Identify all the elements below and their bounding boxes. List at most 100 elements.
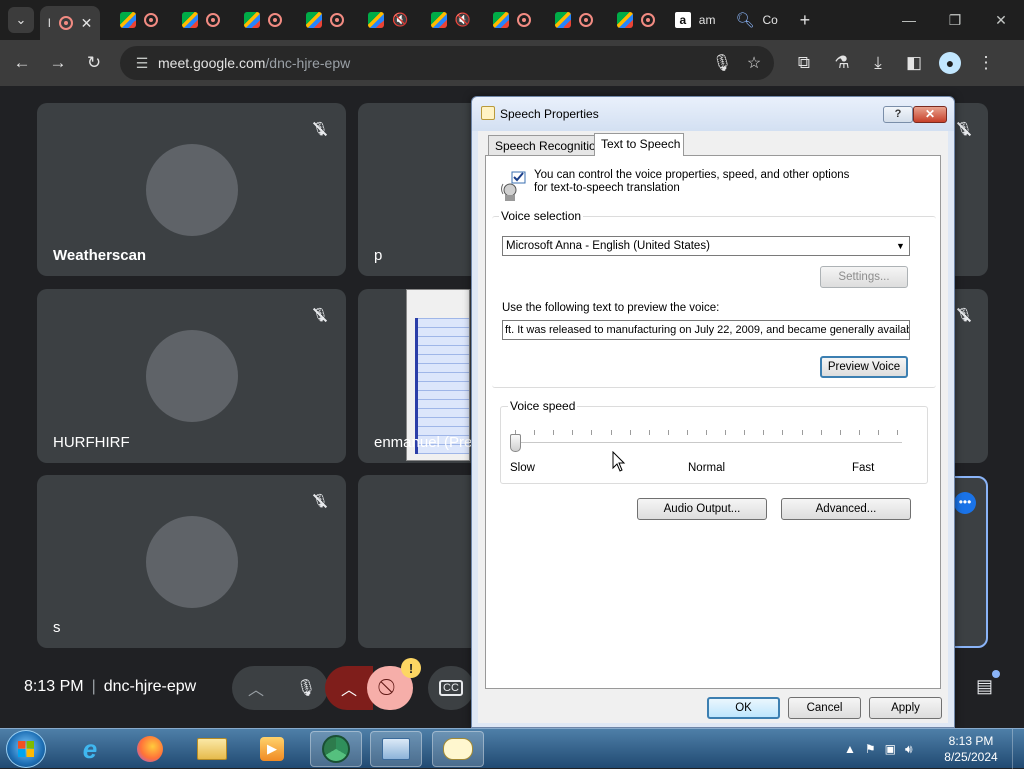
tray-clock[interactable]: 8:13 PM 8/25/2024 [936, 733, 1006, 765]
tab-meet[interactable]: 🔇 [425, 0, 477, 40]
notification-dot [992, 670, 1000, 678]
tab-meet[interactable] [176, 0, 226, 40]
alert-badge: ! [401, 658, 421, 678]
menu-button[interactable]: ⋮ [968, 45, 1004, 81]
close-icon[interactable]: ✕ [81, 15, 93, 32]
recording-icon [330, 13, 345, 27]
action-center-flag-icon[interactable]: ⚑ [865, 742, 876, 756]
reload-button[interactable]: ↻ [76, 45, 112, 81]
apply-button[interactable]: Apply [869, 697, 942, 719]
side-panel-button[interactable]: ◧ [896, 45, 932, 81]
tab-search-button[interactable]: ⌄ [8, 7, 34, 33]
firefox-icon [137, 736, 163, 762]
dialog-title-bar[interactable]: Speech Properties ? ✕ [472, 97, 954, 131]
url-text[interactable]: meet.google.com/dnc-hjre-epw [158, 55, 350, 71]
tab-title: Co [762, 13, 778, 27]
camera-off-button[interactable]: ⃠ ! [367, 658, 421, 710]
cancel-button[interactable]: Cancel [788, 697, 861, 719]
participant-tile[interactable]: 🎙︎ Weatherscan [37, 103, 346, 276]
volume-icon[interactable]: 🔊︎ [905, 742, 913, 757]
voice-select[interactable]: Microsoft Anna - English (United States)… [502, 236, 910, 256]
network-icon[interactable]: ▣ [885, 742, 896, 756]
taskbar-chrome[interactable] [310, 731, 362, 767]
speed-tick [648, 430, 650, 435]
labs-button[interactable]: ⚗ [824, 45, 860, 81]
extensions-button[interactable]: ⧉ [786, 45, 822, 81]
tab-meet[interactable] [549, 0, 599, 40]
settings-button[interactable]: Settings... [820, 266, 908, 288]
tab-speech-recognition[interactable]: Speech Recognition [488, 135, 602, 155]
separator: | [91, 678, 96, 695]
captions-button[interactable]: CC [428, 666, 474, 710]
close-window-icon[interactable]: ✕ [978, 0, 1024, 40]
meet-icon [616, 12, 633, 28]
voice-speed-track[interactable] [510, 442, 902, 444]
more-options-icon[interactable]: ••• [954, 492, 976, 514]
participant-name: s [53, 619, 61, 636]
tab-amazon[interactable]: a am [669, 0, 722, 40]
taskbar-firefox[interactable] [124, 731, 176, 767]
participant-tile[interactable]: 🎙︎ s [37, 475, 346, 648]
start-button[interactable] [6, 730, 46, 768]
taskbar-speech[interactable] [432, 731, 484, 767]
chevron-up-icon[interactable]: ▲ [844, 742, 856, 756]
preview-text-input[interactable]: ft. It was released to manufacturing on … [502, 320, 910, 340]
mic-off-icon: 🎙︎ [954, 305, 974, 325]
chevron-down-icon: ⌄ [15, 12, 27, 27]
tab-meet[interactable] [611, 0, 661, 40]
tab-search[interactable]: 🔍︎ Co [729, 0, 783, 40]
tab-text-to-speech[interactable]: Text to Speech [594, 133, 684, 156]
microphone-icon: 🎙︎ [284, 666, 328, 710]
meet-icon [430, 12, 447, 28]
participant-tile[interactable]: 🎙︎ HURFHIRF [37, 289, 346, 463]
show-desktop-button[interactable] [1012, 729, 1024, 769]
audio-settings-button[interactable]: ︿ 🎙︎ [232, 666, 328, 710]
profile-button[interactable]: ● [932, 45, 968, 81]
tab-meet[interactable] [238, 0, 288, 40]
taskbar-control-panel[interactable] [370, 731, 422, 767]
selected-voice: Microsoft Anna - English (United States) [506, 240, 710, 252]
minimize-icon[interactable]: — [886, 0, 932, 40]
bookmark-star-icon[interactable]: ☆ [740, 53, 768, 73]
voice-speed-slider[interactable] [510, 434, 521, 452]
ok-button[interactable]: OK [707, 697, 780, 719]
speed-tick [744, 430, 746, 435]
dialog-title: Speech Properties [500, 107, 599, 121]
tab-meet[interactable]: 🔇 [362, 0, 414, 40]
speed-tick [877, 430, 879, 435]
taskbar-media-player[interactable]: ▶ [246, 731, 298, 767]
url-path: /dnc-hjre-epw [265, 55, 351, 71]
taskbar-internet-explorer[interactable]: e [64, 731, 116, 767]
speed-tick [839, 430, 841, 435]
avatar [145, 330, 238, 422]
help-button[interactable]: ? [883, 106, 913, 123]
forward-button[interactable]: → [40, 45, 76, 81]
address-bar[interactable]: ☰ meet.google.com/dnc-hjre-epw 🎙︎ ☆ [120, 46, 774, 80]
tab-meet[interactable] [114, 0, 164, 40]
microphone-icon[interactable]: 🎙︎ [708, 53, 736, 73]
puzzle-icon: ⧉ [797, 53, 811, 72]
tab-active[interactable]: l ✕ [40, 6, 101, 40]
back-button[interactable]: ← [4, 45, 40, 81]
speech-bubble-icon [443, 738, 473, 760]
preview-voice-button[interactable]: Preview Voice [820, 356, 908, 378]
tab-meet[interactable] [487, 0, 537, 40]
kebab-menu-icon: ⋮ [977, 53, 995, 72]
control-panel-icon [382, 738, 410, 760]
chat-button[interactable]: ▤ [976, 670, 1000, 700]
advanced-button[interactable]: Advanced... [781, 498, 911, 520]
voice-selection-label: Voice selection [499, 209, 584, 223]
site-settings-icon[interactable]: ☰ [126, 55, 158, 72]
preview-label: Use the following text to preview the vo… [502, 302, 720, 314]
video-settings-button[interactable]: ︿ [325, 666, 373, 710]
restore-icon[interactable]: ❐ [932, 0, 978, 40]
speed-tick [725, 430, 727, 435]
audio-output-button[interactable]: Audio Output... [637, 498, 767, 520]
dialog-close-button[interactable]: ✕ [913, 106, 947, 123]
plus-icon: + [799, 9, 811, 30]
new-tab-button[interactable]: + [792, 7, 818, 33]
downloads-button[interactable]: ⤓ [860, 45, 896, 81]
taskbar-file-explorer[interactable] [186, 731, 238, 767]
speed-tick [667, 430, 669, 435]
tab-meet[interactable] [300, 0, 350, 40]
